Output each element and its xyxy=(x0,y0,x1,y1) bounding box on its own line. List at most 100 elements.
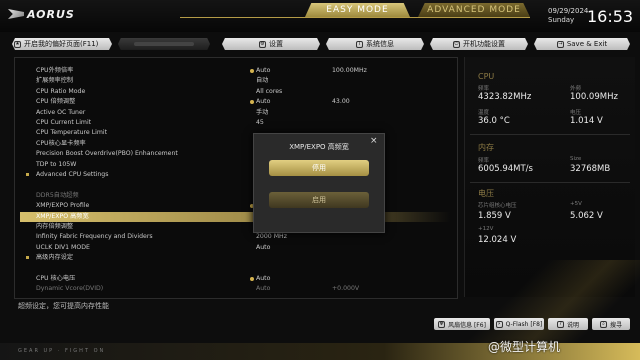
help-button[interactable]: ? 说明 xyxy=(548,318,588,330)
settings-row[interactable]: DDR5自动超频 xyxy=(20,191,450,201)
save-exit-tab[interactable]: → Save & Exit xyxy=(534,38,630,50)
settings-row[interactable]: Precision Boost Overdrive(PBO) Enhanceme… xyxy=(20,149,450,159)
bclk-label: 外频 xyxy=(570,86,582,92)
enable-option-button[interactable]: 启用 xyxy=(269,192,369,208)
v12-label: +12V xyxy=(478,226,494,232)
setting-label: CPU 核心电压 xyxy=(36,275,76,282)
cpu-freq-label: 频率 xyxy=(478,86,490,92)
mem-freq-label: 频率 xyxy=(478,158,490,164)
setting-value: 自动 xyxy=(256,77,269,85)
fan-info-label: 风扇信息 [F6] xyxy=(448,321,486,329)
settings-row[interactable]: CPU Temperature Limit xyxy=(20,128,450,138)
setting-value: Auto xyxy=(256,98,271,106)
fan-info-button[interactable]: ✻ 风扇信息 [F6] xyxy=(434,318,490,330)
search-label: 搜寻 xyxy=(609,321,622,329)
settings-row[interactable]: 内存倍频调整 xyxy=(20,222,450,232)
settings-row xyxy=(20,264,450,274)
flash-icon: ⚡ xyxy=(495,320,503,328)
system-info-label: 系统信息 xyxy=(366,40,394,48)
tweaker-tab-active[interactable] xyxy=(118,38,210,50)
setting-label: TDP to 105W xyxy=(36,160,77,168)
save-exit-label: Save & Exit xyxy=(566,40,608,48)
setting-label: CPU 倍频调整 xyxy=(36,98,76,106)
bclk-value: 100.09MHz xyxy=(570,92,618,102)
cpu-volt-label: 电压 xyxy=(570,110,582,116)
fan-icon: ✻ xyxy=(438,320,446,328)
setting-label: Dynamic Vcore(DVID) xyxy=(36,285,104,293)
setting-label: UCLK DIV1 MODE xyxy=(36,243,90,251)
settings-tab[interactable]: ⚙ 设置 xyxy=(222,38,320,50)
setting-value: Auto xyxy=(256,67,271,74)
settings-row[interactable]: Advanced CPU Settings xyxy=(20,170,450,180)
setting-current-value: +0.000V xyxy=(332,285,360,293)
gear-icon: ⚙ xyxy=(259,40,266,48)
setting-label: XMP/EXPO Profile xyxy=(36,202,90,210)
settings-row[interactable]: CPU核心显卡频率 xyxy=(20,139,450,149)
settings-row[interactable]: XMP/EXPO 高频宽 xyxy=(20,211,450,222)
aorus-logo: AORUS xyxy=(8,7,75,21)
chipset-volt-value: 1.859 V xyxy=(478,211,511,221)
setting-value: All cores xyxy=(256,87,283,95)
setting-label: 高级内存设定 xyxy=(36,254,74,262)
settings-row[interactable]: TDP to 105W xyxy=(20,160,450,170)
setting-label: CPU核心显卡频率 xyxy=(36,139,86,147)
settings-row[interactable]: CPU 倍频调整 Auto 43.00 xyxy=(20,97,450,107)
setting-label: Active OC Tuner xyxy=(36,108,86,116)
settings-row[interactable]: XMP/EXPO Profile36-96-1.400V xyxy=(20,201,450,211)
disable-option-button[interactable]: 停用 xyxy=(269,160,369,176)
setting-label: CPU Current Limit xyxy=(36,119,92,126)
setting-label: Advanced CPU Settings xyxy=(36,171,109,178)
settings-row[interactable]: 高级内存设定 xyxy=(20,253,450,263)
memory-section-header: 内存 xyxy=(478,143,494,152)
setting-value: Auto xyxy=(256,275,271,282)
cpu-temp-label: 温度 xyxy=(478,110,490,116)
settings-row[interactable]: UCLK DIV1 MODE Auto xyxy=(20,243,450,253)
footer-slogan: GEAR UP · FIGHT ON xyxy=(18,348,106,354)
settings-row[interactable]: CPU外频倍率 Auto 100.00MHz xyxy=(20,66,450,76)
favorites-label: 开启我的偏好页面(F11) xyxy=(24,40,99,48)
settings-row[interactable]: CPU Current Limit 45 xyxy=(20,118,450,128)
setting-label: DDR5自动超频 xyxy=(36,191,79,199)
settings-row[interactable]: 扩展频率控制 自动 xyxy=(20,76,450,86)
active-tab-indicator xyxy=(134,42,194,46)
qflash-button[interactable]: ⚡ Q-Flash [F8] xyxy=(494,318,544,330)
settings-row[interactable]: Dynamic Vcore(DVID) Auto +0.000V xyxy=(20,284,450,294)
easy-mode-tab[interactable]: EASY MODE xyxy=(305,3,410,17)
setting-value: Auto xyxy=(256,285,271,293)
setting-label: CPU Temperature Limit xyxy=(36,129,108,137)
power-icon: ⏻ xyxy=(453,40,460,48)
setting-current-value: 100.00MHz xyxy=(332,67,367,74)
exit-icon: → xyxy=(556,40,564,48)
help-text: 超频设定，您可提高内存性能 xyxy=(18,302,109,310)
boot-tab[interactable]: ⏻ 开机功能设置 xyxy=(430,38,528,50)
aorus-wing-icon xyxy=(8,9,24,19)
boot-label: 开机功能设置 xyxy=(463,40,505,48)
chipset-volt-label: 芯片组核心电压 xyxy=(478,203,517,209)
cpu-freq-value: 4323.82MHz xyxy=(478,92,532,102)
settings-row[interactable]: CPU 核心电压 Auto xyxy=(20,274,450,284)
sidebar-divider xyxy=(470,182,630,183)
star-icon: ★ xyxy=(14,40,21,48)
setting-label: CPU外频倍率 xyxy=(36,67,74,74)
xmp-expo-dialog: XMP/EXPO 高频宽 × 停用 启用 xyxy=(253,133,385,233)
advanced-mode-tab[interactable]: ADVANCED MODE xyxy=(418,3,530,17)
settings-row[interactable]: Active OC Tuner 手动 xyxy=(20,108,450,118)
mem-size-label: Size xyxy=(570,156,582,162)
setting-label: 内存倍频调整 xyxy=(36,223,74,230)
search-button[interactable]: ⌕ 搜寻 xyxy=(592,318,630,330)
cpu-volt-value: 1.014 V xyxy=(570,116,603,126)
favorites-button[interactable]: ★ 开启我的偏好页面(F11) xyxy=(12,38,112,50)
watermark: @微型计算机 xyxy=(488,340,561,354)
close-icon[interactable]: × xyxy=(370,136,378,146)
help-label: 说明 xyxy=(566,321,579,329)
setting-label: XMP/EXPO 高频宽 xyxy=(36,212,89,220)
v12-value: 12.024 V xyxy=(478,235,517,245)
settings-row[interactable]: CPU Ratio Mode All cores xyxy=(20,87,450,97)
header-divider xyxy=(180,17,530,18)
system-info-tab[interactable]: i 系统信息 xyxy=(326,38,424,50)
settings-row[interactable]: Infinity Fabric Frequency and Dividers 20… xyxy=(20,232,450,242)
question-icon: ? xyxy=(556,320,564,328)
setting-value: Auto xyxy=(256,243,271,251)
auto-indicator-icon xyxy=(250,277,254,281)
setting-label: 扩展频率控制 xyxy=(36,77,74,85)
